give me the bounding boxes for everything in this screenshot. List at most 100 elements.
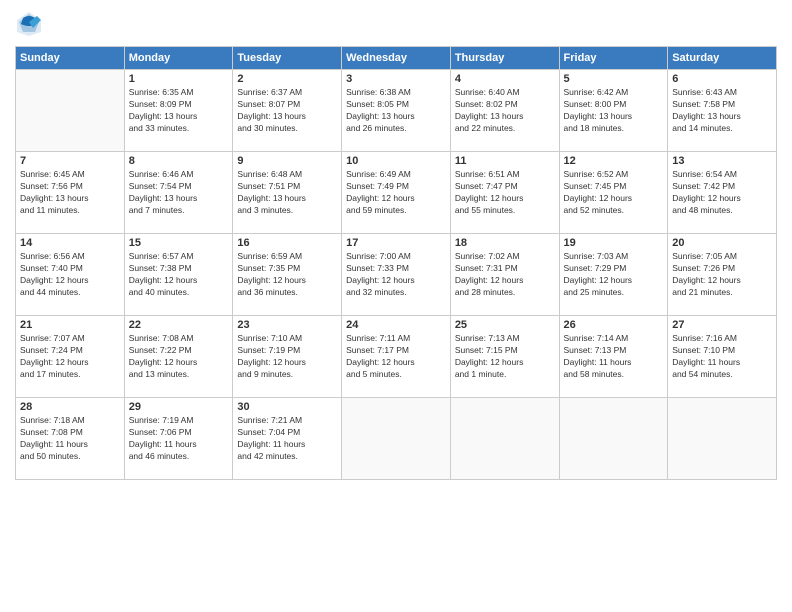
day-cell: 4 Sunrise: 6:40 AMSunset: 8:02 PMDaylight… [450,70,559,152]
day-info: Sunrise: 6:43 AMSunset: 7:58 PMDaylight:… [672,87,772,135]
day-number: 5 [564,73,664,85]
day-number: 19 [564,237,664,249]
day-info: Sunrise: 6:57 AMSunset: 7:38 PMDaylight:… [129,251,229,299]
day-cell [559,398,668,480]
day-cell: 3Sunrise: 6:38 AMSunset: 8:05 PMDaylight… [342,70,451,152]
day-number: 17 [346,237,446,249]
day-cell: 2 Sunrise: 6:37 AMSunset: 8:07 PMDaylight… [233,70,342,152]
day-number: 1 [129,73,229,85]
day-cell: 11Sunrise: 6:51 AMSunset: 7:47 PMDayligh… [450,152,559,234]
day-number: 2 [237,73,337,85]
day-info: Sunrise: 7:21 AMSunset: 7:04 PMDaylight:… [237,415,337,463]
day-cell: 28 Sunrise: 7:18 AMSunset: 7:08 PMDayligh… [16,398,125,480]
day-number: 25 [455,319,555,331]
week-row: 1Sunrise: 6:35 AMSunset: 8:09 PMDaylight… [16,70,777,152]
day-info: Sunrise: 6:45 AMSunset: 7:56 PMDaylight:… [20,169,120,217]
day-number: 3 [346,73,446,85]
day-number: 27 [672,319,772,331]
weekday-header: Thursday [450,47,559,70]
weekday-header: Wednesday [342,47,451,70]
day-cell: 19 Sunrise: 7:03 AMSunset: 7:29 PMDayligh… [559,234,668,316]
weekday-header: Saturday [668,47,777,70]
logo-icon [15,10,43,38]
day-info: Sunrise: 7:14 AMSunset: 7:13 PMDaylight:… [564,333,664,381]
day-cell: 8Sunrise: 6:46 AMSunset: 7:54 PMDaylight… [124,152,233,234]
day-cell: 7 Sunrise: 6:45 AMSunset: 7:56 PMDaylight… [16,152,125,234]
day-cell: 13Sunrise: 6:54 AMSunset: 7:42 PMDayligh… [668,152,777,234]
day-number: 20 [672,237,772,249]
day-cell: 21 Sunrise: 7:07 AMSunset: 7:24 PMDayligh… [16,316,125,398]
day-info: Sunrise: 7:18 AMSunset: 7:08 PMDaylight:… [20,415,120,463]
day-number: 9 [237,155,337,167]
day-info: Sunrise: 7:11 AMSunset: 7:17 PMDaylight:… [346,333,446,381]
header [15,10,777,38]
calendar-table: SundayMondayTuesdayWednesdayThursdayFrid… [15,46,777,480]
day-cell: 24 Sunrise: 7:11 AMSunset: 7:17 PMDayligh… [342,316,451,398]
day-number: 7 [20,155,120,167]
day-info: Sunrise: 7:19 AMSunset: 7:06 PMDaylight:… [129,415,229,463]
day-number: 26 [564,319,664,331]
day-number: 24 [346,319,446,331]
day-info: Sunrise: 6:40 AMSunset: 8:02 PMDaylight:… [455,87,555,135]
day-cell [450,398,559,480]
page: SundayMondayTuesdayWednesdayThursdayFrid… [0,0,792,612]
day-info: Sunrise: 6:37 AMSunset: 8:07 PMDaylight:… [237,87,337,135]
day-info: Sunrise: 6:52 AMSunset: 7:45 PMDaylight:… [564,169,664,217]
weekday-header: Friday [559,47,668,70]
day-info: Sunrise: 7:00 AMSunset: 7:33 PMDaylight:… [346,251,446,299]
weekday-header: Tuesday [233,47,342,70]
day-number: 4 [455,73,555,85]
week-row: 21 Sunrise: 7:07 AMSunset: 7:24 PMDayligh… [16,316,777,398]
day-cell: 15 Sunrise: 6:57 AMSunset: 7:38 PMDayligh… [124,234,233,316]
day-info: Sunrise: 6:49 AMSunset: 7:49 PMDaylight:… [346,169,446,217]
day-info: Sunrise: 7:16 AMSunset: 7:10 PMDaylight:… [672,333,772,381]
day-cell: 29 Sunrise: 7:19 AMSunset: 7:06 PMDayligh… [124,398,233,480]
day-cell: 14 Sunrise: 6:56 AMSunset: 7:40 PMDayligh… [16,234,125,316]
day-cell: 26 Sunrise: 7:14 AMSunset: 7:13 PMDayligh… [559,316,668,398]
day-cell: 27 Sunrise: 7:16 AMSunset: 7:10 PMDayligh… [668,316,777,398]
day-cell: 16 Sunrise: 6:59 AMSunset: 7:35 PMDayligh… [233,234,342,316]
day-info: Sunrise: 7:13 AMSunset: 7:15 PMDaylight:… [455,333,555,381]
header-row: SundayMondayTuesdayWednesdayThursdayFrid… [16,47,777,70]
day-info: Sunrise: 7:10 AMSunset: 7:19 PMDaylight:… [237,333,337,381]
week-row: 7 Sunrise: 6:45 AMSunset: 7:56 PMDaylight… [16,152,777,234]
day-info: Sunrise: 7:02 AMSunset: 7:31 PMDaylight:… [455,251,555,299]
day-number: 23 [237,319,337,331]
day-cell: 25 Sunrise: 7:13 AMSunset: 7:15 PMDayligh… [450,316,559,398]
week-row: 14 Sunrise: 6:56 AMSunset: 7:40 PMDayligh… [16,234,777,316]
weekday-header: Sunday [16,47,125,70]
day-number: 28 [20,401,120,413]
day-info: Sunrise: 6:59 AMSunset: 7:35 PMDaylight:… [237,251,337,299]
day-number: 11 [455,155,555,167]
day-info: Sunrise: 7:07 AMSunset: 7:24 PMDaylight:… [20,333,120,381]
day-number: 15 [129,237,229,249]
day-number: 21 [20,319,120,331]
week-row: 28 Sunrise: 7:18 AMSunset: 7:08 PMDayligh… [16,398,777,480]
day-info: Sunrise: 7:05 AMSunset: 7:26 PMDaylight:… [672,251,772,299]
day-info: Sunrise: 6:46 AMSunset: 7:54 PMDaylight:… [129,169,229,217]
day-number: 29 [129,401,229,413]
day-cell: 10 Sunrise: 6:49 AMSunset: 7:49 PMDayligh… [342,152,451,234]
day-cell: 20 Sunrise: 7:05 AMSunset: 7:26 PMDayligh… [668,234,777,316]
day-cell: 12 Sunrise: 6:52 AMSunset: 7:45 PMDayligh… [559,152,668,234]
day-cell [16,70,125,152]
day-info: Sunrise: 6:42 AMSunset: 8:00 PMDaylight:… [564,87,664,135]
day-number: 12 [564,155,664,167]
day-cell [668,398,777,480]
day-cell: 18Sunrise: 7:02 AMSunset: 7:31 PMDayligh… [450,234,559,316]
day-number: 14 [20,237,120,249]
day-number: 13 [672,155,772,167]
day-info: Sunrise: 7:03 AMSunset: 7:29 PMDaylight:… [564,251,664,299]
day-cell: 9 Sunrise: 6:48 AMSunset: 7:51 PMDaylight… [233,152,342,234]
day-info: Sunrise: 6:48 AMSunset: 7:51 PMDaylight:… [237,169,337,217]
day-number: 16 [237,237,337,249]
day-cell: 5 Sunrise: 6:42 AMSunset: 8:00 PMDaylight… [559,70,668,152]
day-number: 6 [672,73,772,85]
day-info: Sunrise: 7:08 AMSunset: 7:22 PMDaylight:… [129,333,229,381]
day-cell: 30 Sunrise: 7:21 AMSunset: 7:04 PMDayligh… [233,398,342,480]
day-info: Sunrise: 6:56 AMSunset: 7:40 PMDaylight:… [20,251,120,299]
day-number: 30 [237,401,337,413]
day-cell: 22Sunrise: 7:08 AMSunset: 7:22 PMDayligh… [124,316,233,398]
day-number: 10 [346,155,446,167]
day-cell [342,398,451,480]
